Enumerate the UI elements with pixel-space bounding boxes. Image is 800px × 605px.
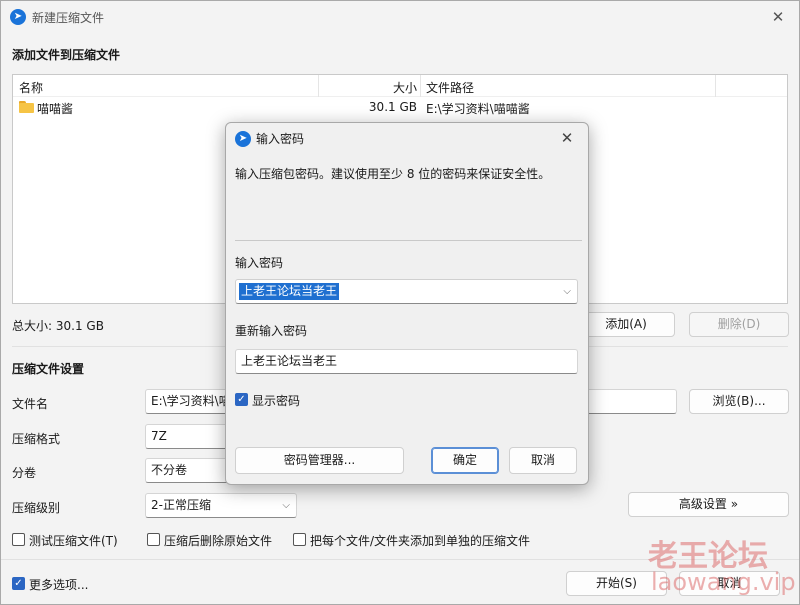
add-section-title: 添加文件到压缩文件 [12,48,121,62]
volume-label: 分卷 [12,466,37,480]
show-password-label[interactable]: 显示密码 [252,392,300,409]
folder-icon [19,101,34,113]
more-options-checkbox[interactable]: ✓ [12,577,25,590]
delete-after-checkbox[interactable] [147,533,160,546]
chevron-down-icon: ⌵ [282,500,290,511]
volume-value: 不分卷 [151,463,188,477]
more-options-label[interactable]: 更多选项... [29,576,88,593]
column-path[interactable]: 文件路径 [426,79,474,96]
close-icon[interactable]: ✕ [554,126,580,150]
close-icon[interactable]: ✕ [765,4,791,30]
dialog-title: 输入密码 [256,132,305,146]
column-size[interactable]: 大小 [369,79,417,96]
title-bar: ➤ 新建压缩文件 ✕ [1,1,799,33]
password-hint: 输入压缩包密码。建议使用至少 8 位的密码来保证安全性。 [235,167,551,181]
column-separator[interactable] [715,75,716,97]
app-icon: ➤ [10,9,26,25]
password-value: 上老王论坛当老王 [239,283,340,300]
app-icon: ➤ [235,131,251,147]
column-separator[interactable] [318,75,319,97]
add-button[interactable]: 添加(A) [577,312,675,337]
password-label: 输入密码 [235,256,284,270]
level-value: 2-正常压缩 [151,498,211,512]
item-path: E:\学习资料\喵喵酱 [426,102,530,116]
format-label: 压缩格式 [12,432,61,446]
filename-label: 文件名 [12,397,49,411]
delete-after-label[interactable]: 压缩后删除原始文件 [164,532,272,549]
settings-title: 压缩文件设置 [12,362,85,376]
ok-button[interactable]: 确定 [431,447,499,474]
separate-archives-label[interactable]: 把每个文件/文件夹添加到单独的压缩文件 [310,532,530,549]
format-value: 7Z [151,429,167,443]
separate-archives-checkbox[interactable] [293,533,306,546]
confirm-password-label: 重新输入密码 [235,324,308,338]
item-name: 喵喵酱 [37,102,74,116]
delete-button[interactable]: 删除(D) [689,312,789,337]
test-archive-label[interactable]: 测试压缩文件(T) [29,532,118,549]
divider [235,240,582,241]
column-name[interactable]: 名称 [19,79,43,96]
test-archive-checkbox[interactable] [12,533,25,546]
column-separator[interactable] [420,75,421,97]
window-title: 新建压缩文件 [32,11,105,25]
browse-button[interactable]: 浏览(B)... [689,389,789,414]
password-manager-button[interactable]: 密码管理器... [235,447,404,474]
chevron-down-icon[interactable]: ⌵ [563,280,571,303]
watermark-url: laowang.vip [651,568,796,596]
list-header: 名称 大小 文件路径 [13,75,787,97]
level-select[interactable]: 2-正常压缩 ⌵ [145,493,297,518]
advanced-settings-button[interactable]: 高级设置 » [628,492,789,517]
item-size: 30.1 GB [368,100,417,114]
confirm-password-input[interactable]: 上老王论坛当老王 [235,349,578,374]
total-size: 总大小: 30.1 GB [12,319,104,333]
dialog-cancel-button[interactable]: 取消 [509,447,577,474]
level-label: 压缩级别 [12,501,61,515]
show-password-checkbox[interactable]: ✓ [235,393,248,406]
password-combobox[interactable]: 上老王论坛当老王 ⌵ [235,279,578,304]
password-dialog: ➤ 输入密码 ✕ 输入压缩包密码。建议使用至少 8 位的密码来保证安全性。 输入… [225,122,589,485]
